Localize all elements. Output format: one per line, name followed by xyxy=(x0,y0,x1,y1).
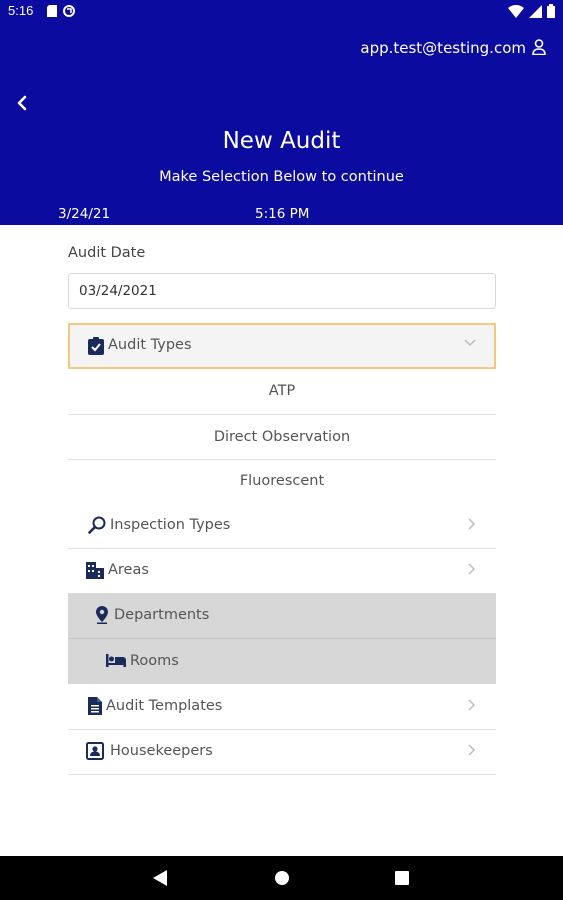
sync-icon xyxy=(63,5,75,17)
audit-type-option-direct-observation[interactable]: Direct Observation xyxy=(68,415,496,459)
audit-templates-label: Audit Templates xyxy=(106,698,223,714)
nav-home-icon[interactable] xyxy=(274,870,290,886)
inspection-types-row[interactable]: Inspection Types xyxy=(68,503,496,548)
system-nav-bar xyxy=(0,856,563,900)
header-date: 3/24/21 xyxy=(58,206,111,222)
areas-row[interactable]: Areas xyxy=(68,548,496,593)
audit-types-label: Audit Types xyxy=(108,337,192,353)
rooms-row: Rooms xyxy=(68,639,496,684)
id-card-icon xyxy=(86,742,104,760)
bed-icon xyxy=(106,654,126,667)
document-icon xyxy=(88,697,102,715)
page-subtitle: Make Selection Below to continue xyxy=(159,169,404,185)
audit-types-dropdown[interactable]: Audit Types xyxy=(68,323,496,369)
chevron-right-icon xyxy=(468,744,476,756)
wifi-icon xyxy=(508,4,524,18)
chevron-right-icon xyxy=(468,699,476,711)
map-pin-icon xyxy=(96,606,108,624)
audit-date-label: Audit Date xyxy=(68,245,146,261)
building-icon xyxy=(86,562,104,579)
chevron-right-icon xyxy=(468,563,476,575)
battery-icon xyxy=(547,4,555,18)
audit-templates-row[interactable]: Audit Templates xyxy=(68,684,496,729)
status-bar: 5:16 xyxy=(0,0,563,24)
user-icon[interactable] xyxy=(532,39,546,55)
back-button[interactable] xyxy=(14,94,32,112)
departments-label: Departments xyxy=(114,607,210,623)
audit-type-option-fluorescent[interactable]: Fluorescent xyxy=(68,459,496,503)
housekeepers-label: Housekeepers xyxy=(110,743,213,759)
audit-date-input[interactable] xyxy=(68,273,496,309)
chevron-down-icon xyxy=(464,339,476,347)
areas-label: Areas xyxy=(108,562,149,578)
chevron-right-icon xyxy=(468,518,476,530)
page-title: New Audit xyxy=(222,128,341,154)
user-email[interactable]: app.test@testing.com xyxy=(360,39,526,57)
inspection-types-label: Inspection Types xyxy=(110,517,231,533)
nav-back-icon[interactable] xyxy=(153,870,167,886)
cell-signal-icon xyxy=(529,4,542,18)
departments-row: Departments xyxy=(68,593,496,638)
rooms-label: Rooms xyxy=(130,653,179,669)
search-icon xyxy=(88,516,106,534)
sd-card-icon xyxy=(47,5,57,17)
audit-type-option-atp[interactable]: ATP xyxy=(68,369,496,413)
nav-recents-icon[interactable] xyxy=(395,871,409,885)
header-time: 5:16 PM xyxy=(255,206,310,222)
clipboard-check-icon xyxy=(88,337,104,355)
housekeepers-row[interactable]: Housekeepers xyxy=(68,729,496,774)
divider xyxy=(68,774,496,775)
app-header: app.test@testing.com New Audit Make Sele… xyxy=(0,24,563,225)
status-time: 5:16 xyxy=(8,3,34,18)
